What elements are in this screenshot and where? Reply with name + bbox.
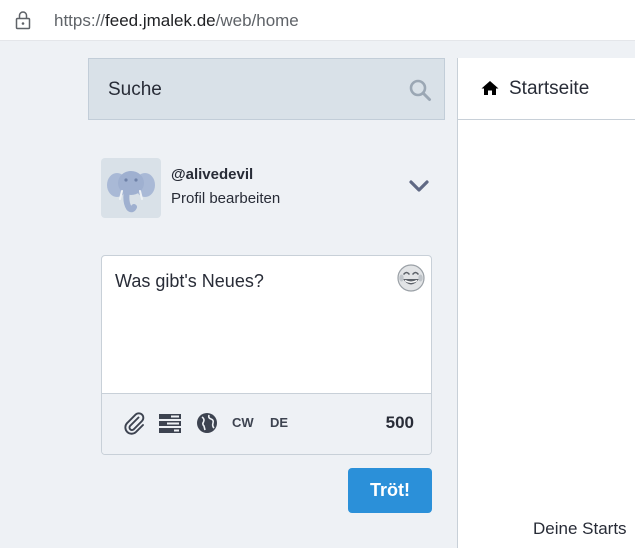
search-input[interactable]: Suche <box>88 58 445 120</box>
browser-address-bar[interactable]: https://feed.jmalek.de/web/home <box>0 0 635 41</box>
chevron-down-icon[interactable] <box>408 178 430 194</box>
globe-icon[interactable] <box>195 411 219 435</box>
address-url[interactable]: https://feed.jmalek.de/web/home <box>54 11 299 31</box>
home-column: Startseite Deine Starts <box>457 58 635 548</box>
home-icon <box>481 81 499 95</box>
compose-form[interactable]: Was gibt's Neues? CW DE 500 <box>101 255 432 455</box>
avatar[interactable] <box>101 158 161 218</box>
emoji-icon[interactable] <box>396 263 426 293</box>
account-handle[interactable]: @alivedevil <box>171 166 253 183</box>
empty-timeline-message: Deine Starts <box>533 519 627 538</box>
column-header[interactable]: Startseite <box>458 58 635 120</box>
lock-icon <box>15 11 31 30</box>
character-counter: 500 <box>385 413 414 432</box>
url-host: feed.jmalek.de <box>105 11 216 30</box>
language-button[interactable]: DE <box>270 415 288 430</box>
paperclip-icon[interactable] <box>122 411 146 435</box>
edit-profile-link[interactable]: Profil bearbeiten <box>171 190 280 207</box>
publish-button[interactable]: Tröt! <box>348 468 432 513</box>
url-prefix: https:// <box>54 11 106 30</box>
column-title: Startseite <box>509 78 590 99</box>
url-path: /web/home <box>215 11 299 30</box>
search-icon <box>409 79 431 101</box>
content-warning-button[interactable]: CW <box>232 415 254 430</box>
search-placeholder: Suche <box>108 79 162 100</box>
poll-icon[interactable] <box>158 411 182 435</box>
elephant-avatar-icon <box>107 171 155 213</box>
compose-toolbar: CW DE 500 <box>102 393 431 454</box>
compose-textarea[interactable]: Was gibt's Neues? <box>115 271 264 292</box>
